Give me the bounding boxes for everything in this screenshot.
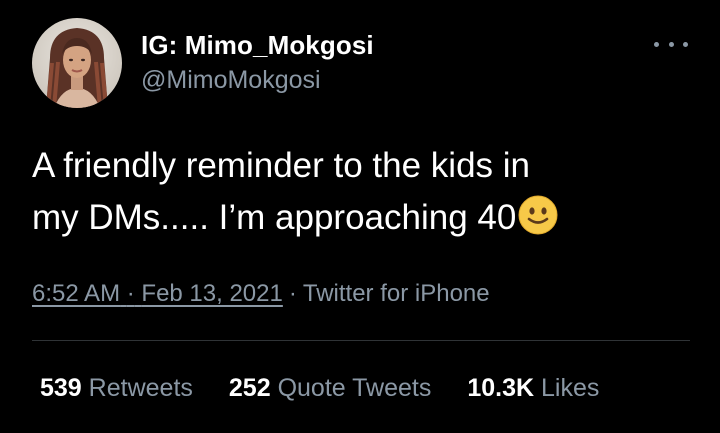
more-dot [683, 41, 688, 47]
slightly-smiling-face-icon [518, 195, 558, 235]
retweets-count: 539 [40, 374, 82, 402]
tweet-date: Feb 13, 2021 [141, 280, 283, 307]
retweets-stat[interactable]: 539 Retweets [40, 374, 193, 403]
retweets-label: Retweets [88, 374, 193, 402]
meta-separator: · [288, 280, 297, 307]
quote-tweets-stat[interactable]: 252 Quote Tweets [229, 374, 431, 403]
tweet-time: 6:52 AM [32, 280, 121, 307]
divider [32, 340, 690, 341]
likes-count: 10.3K [467, 374, 535, 402]
more-options-icon[interactable] [654, 34, 688, 54]
quote-tweets-count: 252 [228, 374, 271, 402]
tweet-text-line-1: A friendly reminder to the kids in [32, 146, 531, 185]
tweet-meta: 6:52 AM · Feb 13, 2021 · Twitter for iPhon… [32, 280, 490, 308]
likes-stat[interactable]: 10.3K Likes [467, 374, 599, 403]
tweet-text-line-2-content: my DMs..... I’m approaching 40 [32, 198, 517, 237]
tweet-source[interactable]: Twitter for iPhone [303, 280, 490, 307]
tweet-card: IG: Mimo_Mokgosi @MimoMokgosi A friendly… [0, 0, 720, 433]
tweet-text: A friendly reminder to the kids in my DM… [32, 140, 692, 244]
likes-label: Likes [541, 374, 600, 402]
tweet-text-line-2: my DMs..... I’m approaching 40 [32, 192, 692, 244]
display-name[interactable]: IG: Mimo_Mokgosi [141, 30, 374, 61]
tweet-stats: 539 Retweets 252 Quote Tweets 10.3K Like… [40, 374, 635, 403]
quote-tweets-label: Quote Tweets [277, 374, 432, 402]
meta-separator: · [126, 280, 135, 307]
tweet-timestamp-link[interactable]: 6:52 AM · Feb 13, 2021 [32, 280, 283, 307]
avatar[interactable] [32, 18, 122, 108]
more-dot [654, 41, 659, 47]
user-handle[interactable]: @MimoMokgosi [141, 66, 321, 95]
avatar-photo-icon [32, 18, 122, 108]
more-dot [668, 41, 674, 47]
